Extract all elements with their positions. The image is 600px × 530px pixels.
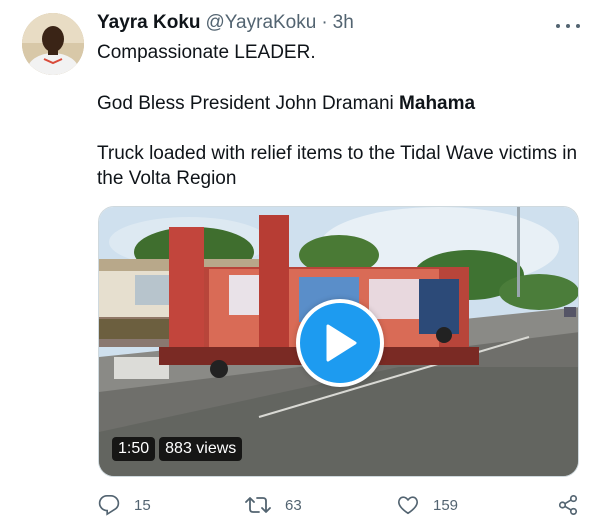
avatar[interactable] xyxy=(22,13,84,75)
video-player[interactable]: 1:50 883 views xyxy=(98,206,579,477)
separator-dot: · xyxy=(321,12,328,33)
timestamp[interactable]: 3h xyxy=(333,12,354,34)
play-icon xyxy=(326,324,357,362)
tweet-text-bold-name: Mahama xyxy=(399,93,476,114)
more-dots-icon[interactable] xyxy=(556,16,580,36)
video-badges: 1:50 883 views xyxy=(112,437,243,461)
share-icon xyxy=(558,495,578,515)
video-views: 883 views xyxy=(159,437,243,461)
tweet-text-line-2-prefix: God Bless President John Dramani xyxy=(97,93,400,114)
reply-button[interactable]: 15 xyxy=(98,494,151,516)
reply-icon xyxy=(98,495,120,516)
like-button[interactable]: 159 xyxy=(397,494,458,516)
retweet-button[interactable]: 63 xyxy=(245,494,302,516)
tweet-header: Yayra Koku @YayraKoku · 3h xyxy=(97,12,354,34)
display-name[interactable]: Yayra Koku xyxy=(97,12,201,34)
reply-count: 15 xyxy=(134,496,151,514)
tweet-text-line-4: the Volta Region xyxy=(97,168,237,189)
user-handle[interactable]: @YayraKoku xyxy=(206,12,317,34)
tweet-text-line-2: God Bless President John Dramani Mahama xyxy=(97,91,587,116)
share-button[interactable] xyxy=(557,494,579,516)
like-count: 159 xyxy=(433,496,459,514)
play-button[interactable] xyxy=(296,299,384,387)
tweet-text-line-1: Compassionate LEADER. xyxy=(97,42,316,63)
video-duration: 1:50 xyxy=(112,437,156,461)
heart-icon xyxy=(398,496,418,515)
retweet-count: 63 xyxy=(285,496,302,514)
tweet-text-line-3: Truck loaded with relief items to the Ti… xyxy=(97,143,578,164)
tweet-card[interactable]: Yayra Koku @YayraKoku · 3h Compassionate… xyxy=(0,0,600,530)
tweet-actions: 15 63 159 xyxy=(0,494,600,520)
retweet-icon xyxy=(245,497,271,513)
